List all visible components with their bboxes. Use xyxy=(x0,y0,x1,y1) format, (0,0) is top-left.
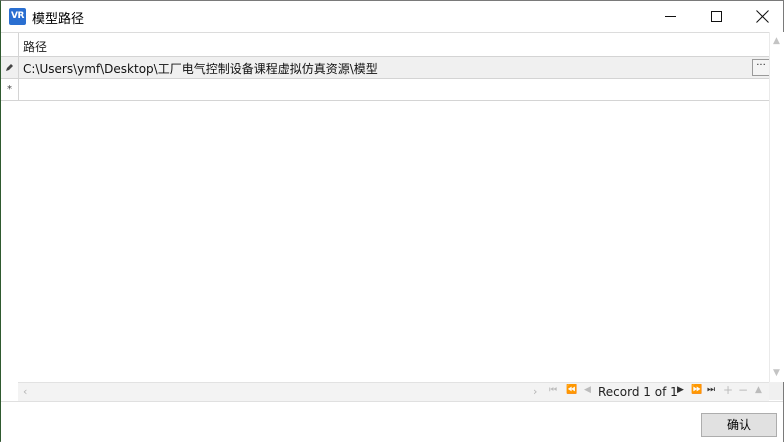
model-path-window: VR 模型路径 路径 C:\Users\ymf\Desktop\工厂电气控制设备… xyxy=(0,0,784,442)
edit-pencil-icon xyxy=(1,57,19,78)
browse-ellipsis-button[interactable]: ··· xyxy=(752,59,770,76)
new-row[interactable]: * xyxy=(1,79,769,101)
close-button[interactable] xyxy=(739,1,784,32)
record-status: Record 1 of 1 xyxy=(598,385,678,399)
scrollbar-corner xyxy=(769,382,783,400)
scroll-up-icon[interactable]: ▲ xyxy=(773,36,780,46)
path-cell[interactable]: C:\Users\ymf\Desktop\工厂电气控制设备课程虚拟仿真资源\模型 xyxy=(23,60,378,77)
app-logo-icon: VR xyxy=(9,8,26,25)
scroll-right-icon[interactable]: › xyxy=(533,385,537,398)
title-bar: VR 模型路径 xyxy=(1,1,783,32)
edit-up-icon[interactable]: ▲ xyxy=(755,385,762,395)
delete-record-icon[interactable]: − xyxy=(738,383,748,397)
first-record-icon[interactable]: ⏮ xyxy=(549,385,557,395)
table-row[interactable]: C:\Users\ymf\Desktop\工厂电气控制设备课程虚拟仿真资源\模型… xyxy=(1,57,770,79)
prev-page-icon[interactable]: ⏪ xyxy=(566,385,577,395)
scroll-down-icon[interactable]: ▼ xyxy=(773,368,780,378)
next-page-icon[interactable]: ⏩ xyxy=(691,385,702,395)
next-record-icon[interactable]: ▶ xyxy=(677,385,684,395)
minimize-button[interactable] xyxy=(647,1,693,32)
vertical-scrollbar[interactable]: ▲ ▼ xyxy=(769,32,784,382)
navigator-bar: ‹ › ⏮ ⏪ ◀ Record 1 of 1 ▶ ⏩ ⏭ + − ▲ xyxy=(18,382,769,401)
dialog-footer: 确认 xyxy=(1,401,783,442)
indicator-column-header xyxy=(1,33,19,56)
new-row-indicator: * xyxy=(1,79,19,100)
close-icon xyxy=(756,10,769,23)
minimize-icon xyxy=(664,16,676,17)
scroll-left-icon[interactable]: ‹ xyxy=(23,385,27,398)
maximize-icon xyxy=(710,11,722,22)
maximize-button[interactable] xyxy=(693,1,739,32)
confirm-button[interactable]: 确认 xyxy=(701,413,777,437)
prev-record-icon[interactable]: ◀ xyxy=(584,385,591,395)
grid-header: 路径 xyxy=(1,33,769,57)
path-grid: 路径 C:\Users\ymf\Desktop\工厂电气控制设备课程虚拟仿真资源… xyxy=(1,32,770,383)
column-header-path[interactable]: 路径 xyxy=(23,38,47,55)
window-title: 模型路径 xyxy=(32,12,85,27)
last-record-icon[interactable]: ⏭ xyxy=(707,385,715,395)
add-record-icon[interactable]: + xyxy=(723,383,733,397)
